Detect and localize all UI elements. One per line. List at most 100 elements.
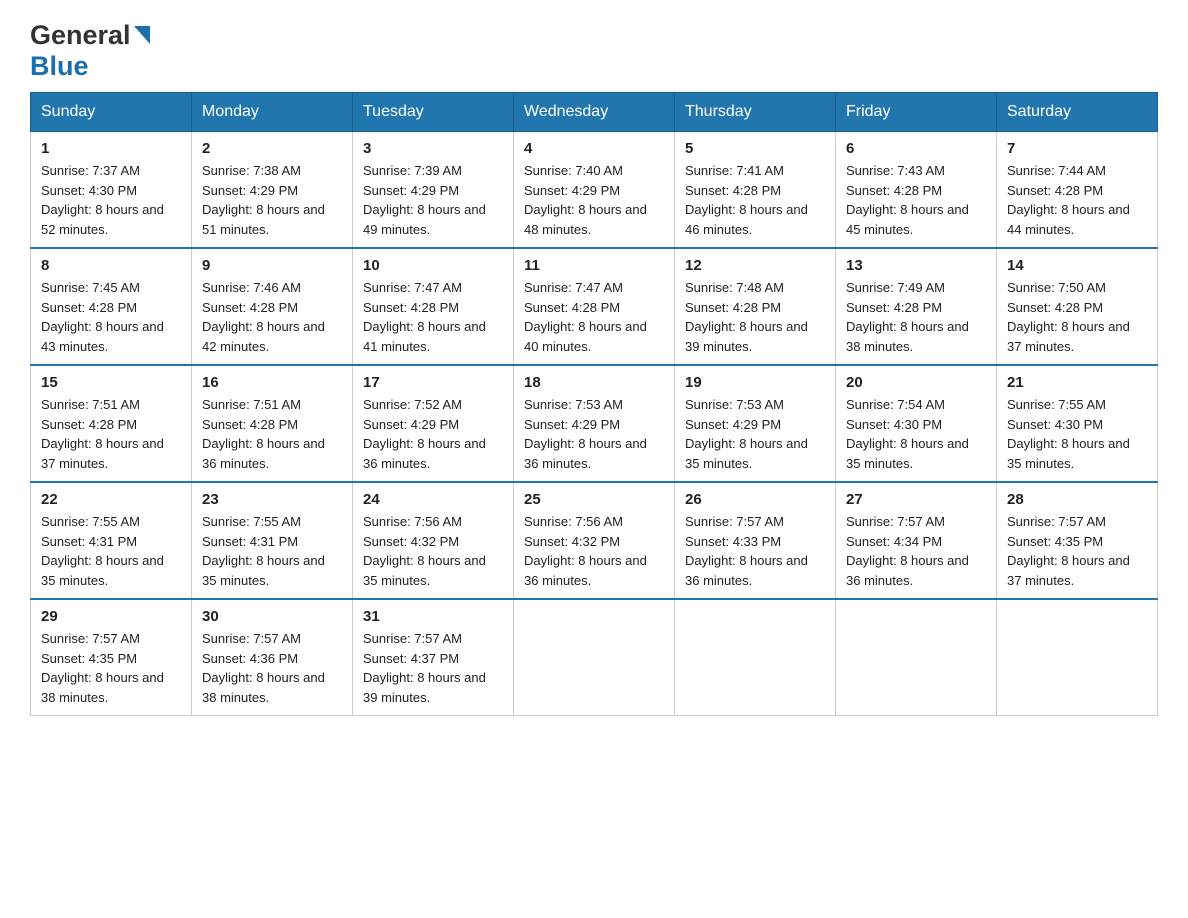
day-info: Sunrise: 7:57 AMSunset: 4:36 PMDaylight:…	[202, 631, 325, 705]
calendar-cell: 6 Sunrise: 7:43 AMSunset: 4:28 PMDayligh…	[836, 132, 997, 249]
day-number: 19	[685, 374, 825, 391]
day-header-thursday: Thursday	[675, 93, 836, 132]
day-number: 4	[524, 140, 664, 157]
day-number: 16	[202, 374, 342, 391]
calendar-cell: 24 Sunrise: 7:56 AMSunset: 4:32 PMDaylig…	[353, 482, 514, 599]
day-number: 31	[363, 608, 503, 625]
calendar-cell	[836, 599, 997, 716]
day-number: 13	[846, 257, 986, 274]
calendar-cell: 31 Sunrise: 7:57 AMSunset: 4:37 PMDaylig…	[353, 599, 514, 716]
day-header-wednesday: Wednesday	[514, 93, 675, 132]
day-number: 23	[202, 491, 342, 508]
day-info: Sunrise: 7:50 AMSunset: 4:28 PMDaylight:…	[1007, 280, 1130, 354]
calendar-header-row: SundayMondayTuesdayWednesdayThursdayFrid…	[31, 93, 1158, 132]
day-number: 29	[41, 608, 181, 625]
day-number: 2	[202, 140, 342, 157]
day-number: 1	[41, 140, 181, 157]
day-number: 9	[202, 257, 342, 274]
calendar-cell: 4 Sunrise: 7:40 AMSunset: 4:29 PMDayligh…	[514, 132, 675, 249]
calendar-week-row: 22 Sunrise: 7:55 AMSunset: 4:31 PMDaylig…	[31, 482, 1158, 599]
day-header-friday: Friday	[836, 93, 997, 132]
calendar-table: SundayMondayTuesdayWednesdayThursdayFrid…	[30, 92, 1158, 716]
calendar-cell: 27 Sunrise: 7:57 AMSunset: 4:34 PMDaylig…	[836, 482, 997, 599]
calendar-cell: 30 Sunrise: 7:57 AMSunset: 4:36 PMDaylig…	[192, 599, 353, 716]
logo-triangle-icon	[134, 26, 150, 49]
day-info: Sunrise: 7:57 AMSunset: 4:35 PMDaylight:…	[41, 631, 164, 705]
day-info: Sunrise: 7:55 AMSunset: 4:31 PMDaylight:…	[41, 514, 164, 588]
day-number: 30	[202, 608, 342, 625]
day-info: Sunrise: 7:45 AMSunset: 4:28 PMDaylight:…	[41, 280, 164, 354]
calendar-cell: 2 Sunrise: 7:38 AMSunset: 4:29 PMDayligh…	[192, 132, 353, 249]
day-info: Sunrise: 7:40 AMSunset: 4:29 PMDaylight:…	[524, 163, 647, 237]
day-number: 6	[846, 140, 986, 157]
calendar-cell: 22 Sunrise: 7:55 AMSunset: 4:31 PMDaylig…	[31, 482, 192, 599]
day-number: 21	[1007, 374, 1147, 391]
day-number: 25	[524, 491, 664, 508]
calendar-cell: 20 Sunrise: 7:54 AMSunset: 4:30 PMDaylig…	[836, 365, 997, 482]
day-info: Sunrise: 7:44 AMSunset: 4:28 PMDaylight:…	[1007, 163, 1130, 237]
day-info: Sunrise: 7:57 AMSunset: 4:35 PMDaylight:…	[1007, 514, 1130, 588]
day-number: 7	[1007, 140, 1147, 157]
calendar-cell	[997, 599, 1158, 716]
day-number: 20	[846, 374, 986, 391]
calendar-cell: 28 Sunrise: 7:57 AMSunset: 4:35 PMDaylig…	[997, 482, 1158, 599]
calendar-cell: 14 Sunrise: 7:50 AMSunset: 4:28 PMDaylig…	[997, 248, 1158, 365]
day-info: Sunrise: 7:52 AMSunset: 4:29 PMDaylight:…	[363, 397, 486, 471]
day-number: 8	[41, 257, 181, 274]
day-info: Sunrise: 7:55 AMSunset: 4:31 PMDaylight:…	[202, 514, 325, 588]
day-info: Sunrise: 7:41 AMSunset: 4:28 PMDaylight:…	[685, 163, 808, 237]
day-number: 12	[685, 257, 825, 274]
calendar-cell: 9 Sunrise: 7:46 AMSunset: 4:28 PMDayligh…	[192, 248, 353, 365]
calendar-cell: 3 Sunrise: 7:39 AMSunset: 4:29 PMDayligh…	[353, 132, 514, 249]
calendar-cell: 8 Sunrise: 7:45 AMSunset: 4:28 PMDayligh…	[31, 248, 192, 365]
calendar-cell	[514, 599, 675, 716]
day-number: 27	[846, 491, 986, 508]
day-info: Sunrise: 7:53 AMSunset: 4:29 PMDaylight:…	[685, 397, 808, 471]
logo-blue-text: Blue	[30, 51, 89, 81]
page-header: General Blue	[30, 20, 1158, 82]
calendar-cell: 5 Sunrise: 7:41 AMSunset: 4:28 PMDayligh…	[675, 132, 836, 249]
calendar-week-row: 8 Sunrise: 7:45 AMSunset: 4:28 PMDayligh…	[31, 248, 1158, 365]
day-header-monday: Monday	[192, 93, 353, 132]
day-number: 15	[41, 374, 181, 391]
day-header-saturday: Saturday	[997, 93, 1158, 132]
calendar-cell: 18 Sunrise: 7:53 AMSunset: 4:29 PMDaylig…	[514, 365, 675, 482]
day-info: Sunrise: 7:37 AMSunset: 4:30 PMDaylight:…	[41, 163, 164, 237]
day-info: Sunrise: 7:57 AMSunset: 4:34 PMDaylight:…	[846, 514, 969, 588]
day-number: 5	[685, 140, 825, 157]
day-info: Sunrise: 7:55 AMSunset: 4:30 PMDaylight:…	[1007, 397, 1130, 471]
calendar-week-row: 1 Sunrise: 7:37 AMSunset: 4:30 PMDayligh…	[31, 132, 1158, 249]
day-info: Sunrise: 7:51 AMSunset: 4:28 PMDaylight:…	[41, 397, 164, 471]
day-number: 24	[363, 491, 503, 508]
calendar-cell: 12 Sunrise: 7:48 AMSunset: 4:28 PMDaylig…	[675, 248, 836, 365]
logo: General Blue	[30, 20, 150, 82]
calendar-cell: 7 Sunrise: 7:44 AMSunset: 4:28 PMDayligh…	[997, 132, 1158, 249]
day-info: Sunrise: 7:53 AMSunset: 4:29 PMDaylight:…	[524, 397, 647, 471]
logo-general-text: General	[30, 20, 131, 51]
day-header-tuesday: Tuesday	[353, 93, 514, 132]
calendar-cell: 26 Sunrise: 7:57 AMSunset: 4:33 PMDaylig…	[675, 482, 836, 599]
day-info: Sunrise: 7:38 AMSunset: 4:29 PMDaylight:…	[202, 163, 325, 237]
day-header-sunday: Sunday	[31, 93, 192, 132]
day-number: 10	[363, 257, 503, 274]
day-info: Sunrise: 7:57 AMSunset: 4:33 PMDaylight:…	[685, 514, 808, 588]
day-number: 14	[1007, 257, 1147, 274]
day-info: Sunrise: 7:56 AMSunset: 4:32 PMDaylight:…	[524, 514, 647, 588]
day-info: Sunrise: 7:47 AMSunset: 4:28 PMDaylight:…	[363, 280, 486, 354]
calendar-cell: 13 Sunrise: 7:49 AMSunset: 4:28 PMDaylig…	[836, 248, 997, 365]
day-number: 22	[41, 491, 181, 508]
calendar-cell: 19 Sunrise: 7:53 AMSunset: 4:29 PMDaylig…	[675, 365, 836, 482]
day-info: Sunrise: 7:49 AMSunset: 4:28 PMDaylight:…	[846, 280, 969, 354]
calendar-cell: 1 Sunrise: 7:37 AMSunset: 4:30 PMDayligh…	[31, 132, 192, 249]
calendar-cell: 25 Sunrise: 7:56 AMSunset: 4:32 PMDaylig…	[514, 482, 675, 599]
calendar-cell: 29 Sunrise: 7:57 AMSunset: 4:35 PMDaylig…	[31, 599, 192, 716]
day-info: Sunrise: 7:47 AMSunset: 4:28 PMDaylight:…	[524, 280, 647, 354]
day-number: 11	[524, 257, 664, 274]
day-info: Sunrise: 7:54 AMSunset: 4:30 PMDaylight:…	[846, 397, 969, 471]
calendar-cell: 11 Sunrise: 7:47 AMSunset: 4:28 PMDaylig…	[514, 248, 675, 365]
calendar-cell: 16 Sunrise: 7:51 AMSunset: 4:28 PMDaylig…	[192, 365, 353, 482]
day-number: 26	[685, 491, 825, 508]
day-number: 17	[363, 374, 503, 391]
day-info: Sunrise: 7:56 AMSunset: 4:32 PMDaylight:…	[363, 514, 486, 588]
day-info: Sunrise: 7:43 AMSunset: 4:28 PMDaylight:…	[846, 163, 969, 237]
